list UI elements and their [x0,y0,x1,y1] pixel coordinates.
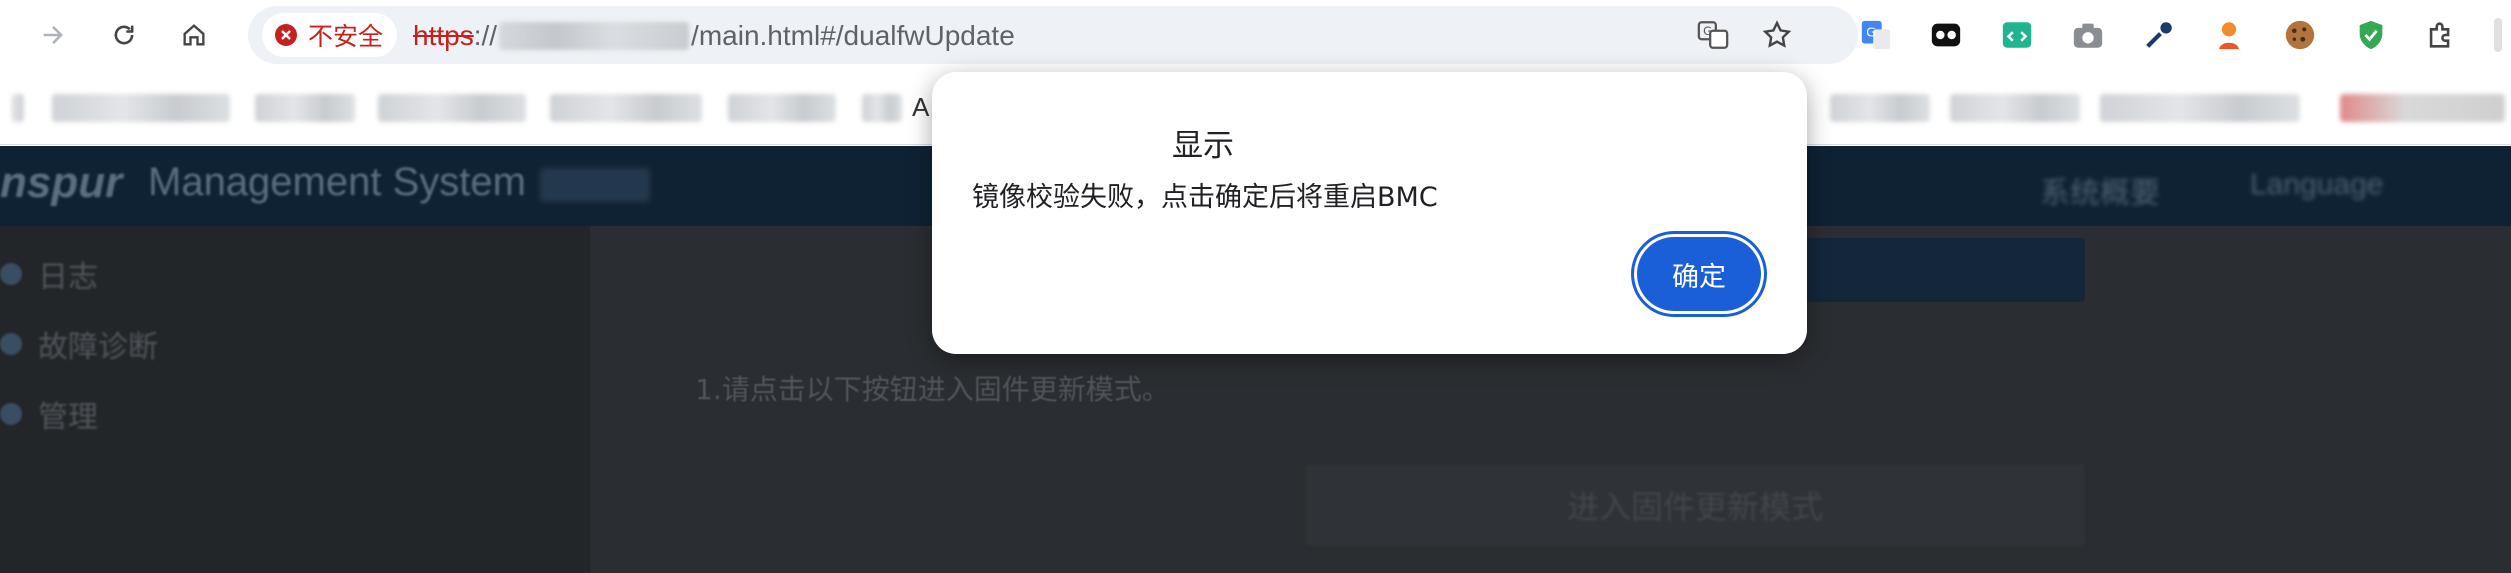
alert-dialog: 显示 镜像校验失败，点击确定后将重启BMC 确定 [932,72,1807,354]
url-path: /main.html#/dualfwUpdate [691,20,1015,51]
arrow-right-icon [43,25,63,45]
shield-ext-button[interactable] [2350,14,2392,56]
translate-icon: G [1697,21,1729,49]
sidebar-item-label: 管理 [38,401,98,434]
bookmark-item[interactable] [2100,94,2300,122]
screenshot-ext-button[interactable] [2067,14,2109,56]
code-window-icon [2002,22,2032,48]
bookmark-item[interactable] [862,94,902,122]
sidebar-item-label: 故障诊断 [38,331,158,364]
error-circle-icon [275,24,297,46]
bookmark-item[interactable] [378,94,526,122]
svg-text:G: G [1866,25,1876,40]
camera-icon [2073,23,2103,48]
address-bar[interactable]: 不安全 https :// /main.html#/dualfwUpdate G [248,6,1858,64]
bookmark-item[interactable] [12,94,24,122]
reload-button[interactable] [103,14,145,56]
mask-ext-button[interactable] [1925,14,1967,56]
home-icon [183,24,205,46]
log-icon [0,263,22,285]
system-overview-link[interactable]: 系统概要 [2040,168,2160,212]
browser-toolbar: 不安全 https :// /main.html#/dualfwUpdate G… [0,0,2511,70]
eyedropper-ext-button[interactable] [2138,14,2180,56]
mask-icon [1931,23,1961,47]
profile-avatar [2494,18,2502,52]
header-menu-blur [540,168,650,202]
url-scheme: https [413,20,474,51]
sidebar: 日志 故障诊断 管理 [0,226,590,573]
sidebar-item-management[interactable]: 管理 [0,392,98,436]
cookie-icon [2285,20,2315,50]
bookmark-item[interactable] [550,94,702,122]
sidebar-item-diagnostics[interactable]: 故障诊断 [0,322,158,366]
translate-button[interactable]: G [1692,14,1734,56]
google-translate-icon: G [1861,20,1891,50]
character-icon [2219,22,2239,50]
bookmark-item[interactable] [1950,94,2080,122]
code-ext-button[interactable] [1996,14,2038,56]
shield-check-icon [2359,20,2383,50]
url-text[interactable]: https :// /main.html#/dualfwUpdate [413,20,1015,52]
security-chip[interactable]: 不安全 [262,13,397,57]
svg-text:G: G [1703,24,1712,38]
brand-logo: nspur [0,158,123,207]
sidebar-item-label: 日志 [38,261,98,294]
security-label: 不安全 [308,22,384,51]
character-ext-button[interactable] [2208,14,2250,56]
extensions-button[interactable] [2420,14,2462,56]
url-separator: :// [473,20,498,51]
home-button[interactable] [173,14,215,56]
bookmark-item[interactable] [728,94,836,122]
cookie-ext-button[interactable] [2279,14,2321,56]
forward-button[interactable] [32,14,74,56]
bookmark-item[interactable] [255,94,355,122]
eyedropper-icon [2146,22,2172,48]
bookmark-item[interactable] [2340,94,2505,122]
dialog-message: 镜像校验失败，点击确定后将重启BMC [972,182,1438,213]
wrench-icon [0,333,22,355]
instruction-text: 1.请点击以下按钮进入固件更新模式。 [695,373,1170,406]
reload-icon [114,25,134,45]
url-host-redacted [499,22,690,50]
puzzle-icon [2429,22,2450,48]
gear-icon [0,403,22,425]
ok-button[interactable]: 确定 [1637,237,1761,311]
bookmark-label-fragment: A [912,92,930,122]
dialog-title: 显示 [1172,128,1234,164]
enter-update-mode-button[interactable]: 进入固件更新模式 [1305,464,2085,546]
language-dropdown[interactable]: Language [2250,168,2383,202]
bookmark-star-button[interactable] [1756,14,1798,56]
profile-edge[interactable] [2488,14,2508,56]
bookmark-item[interactable] [1830,94,1930,122]
google-translate-ext-button[interactable]: G [1855,14,1897,56]
sidebar-item-logs[interactable]: 日志 [0,252,98,296]
app-title: Management System [148,160,526,204]
bookmark-item[interactable] [52,94,230,122]
star-icon [1762,20,1792,48]
